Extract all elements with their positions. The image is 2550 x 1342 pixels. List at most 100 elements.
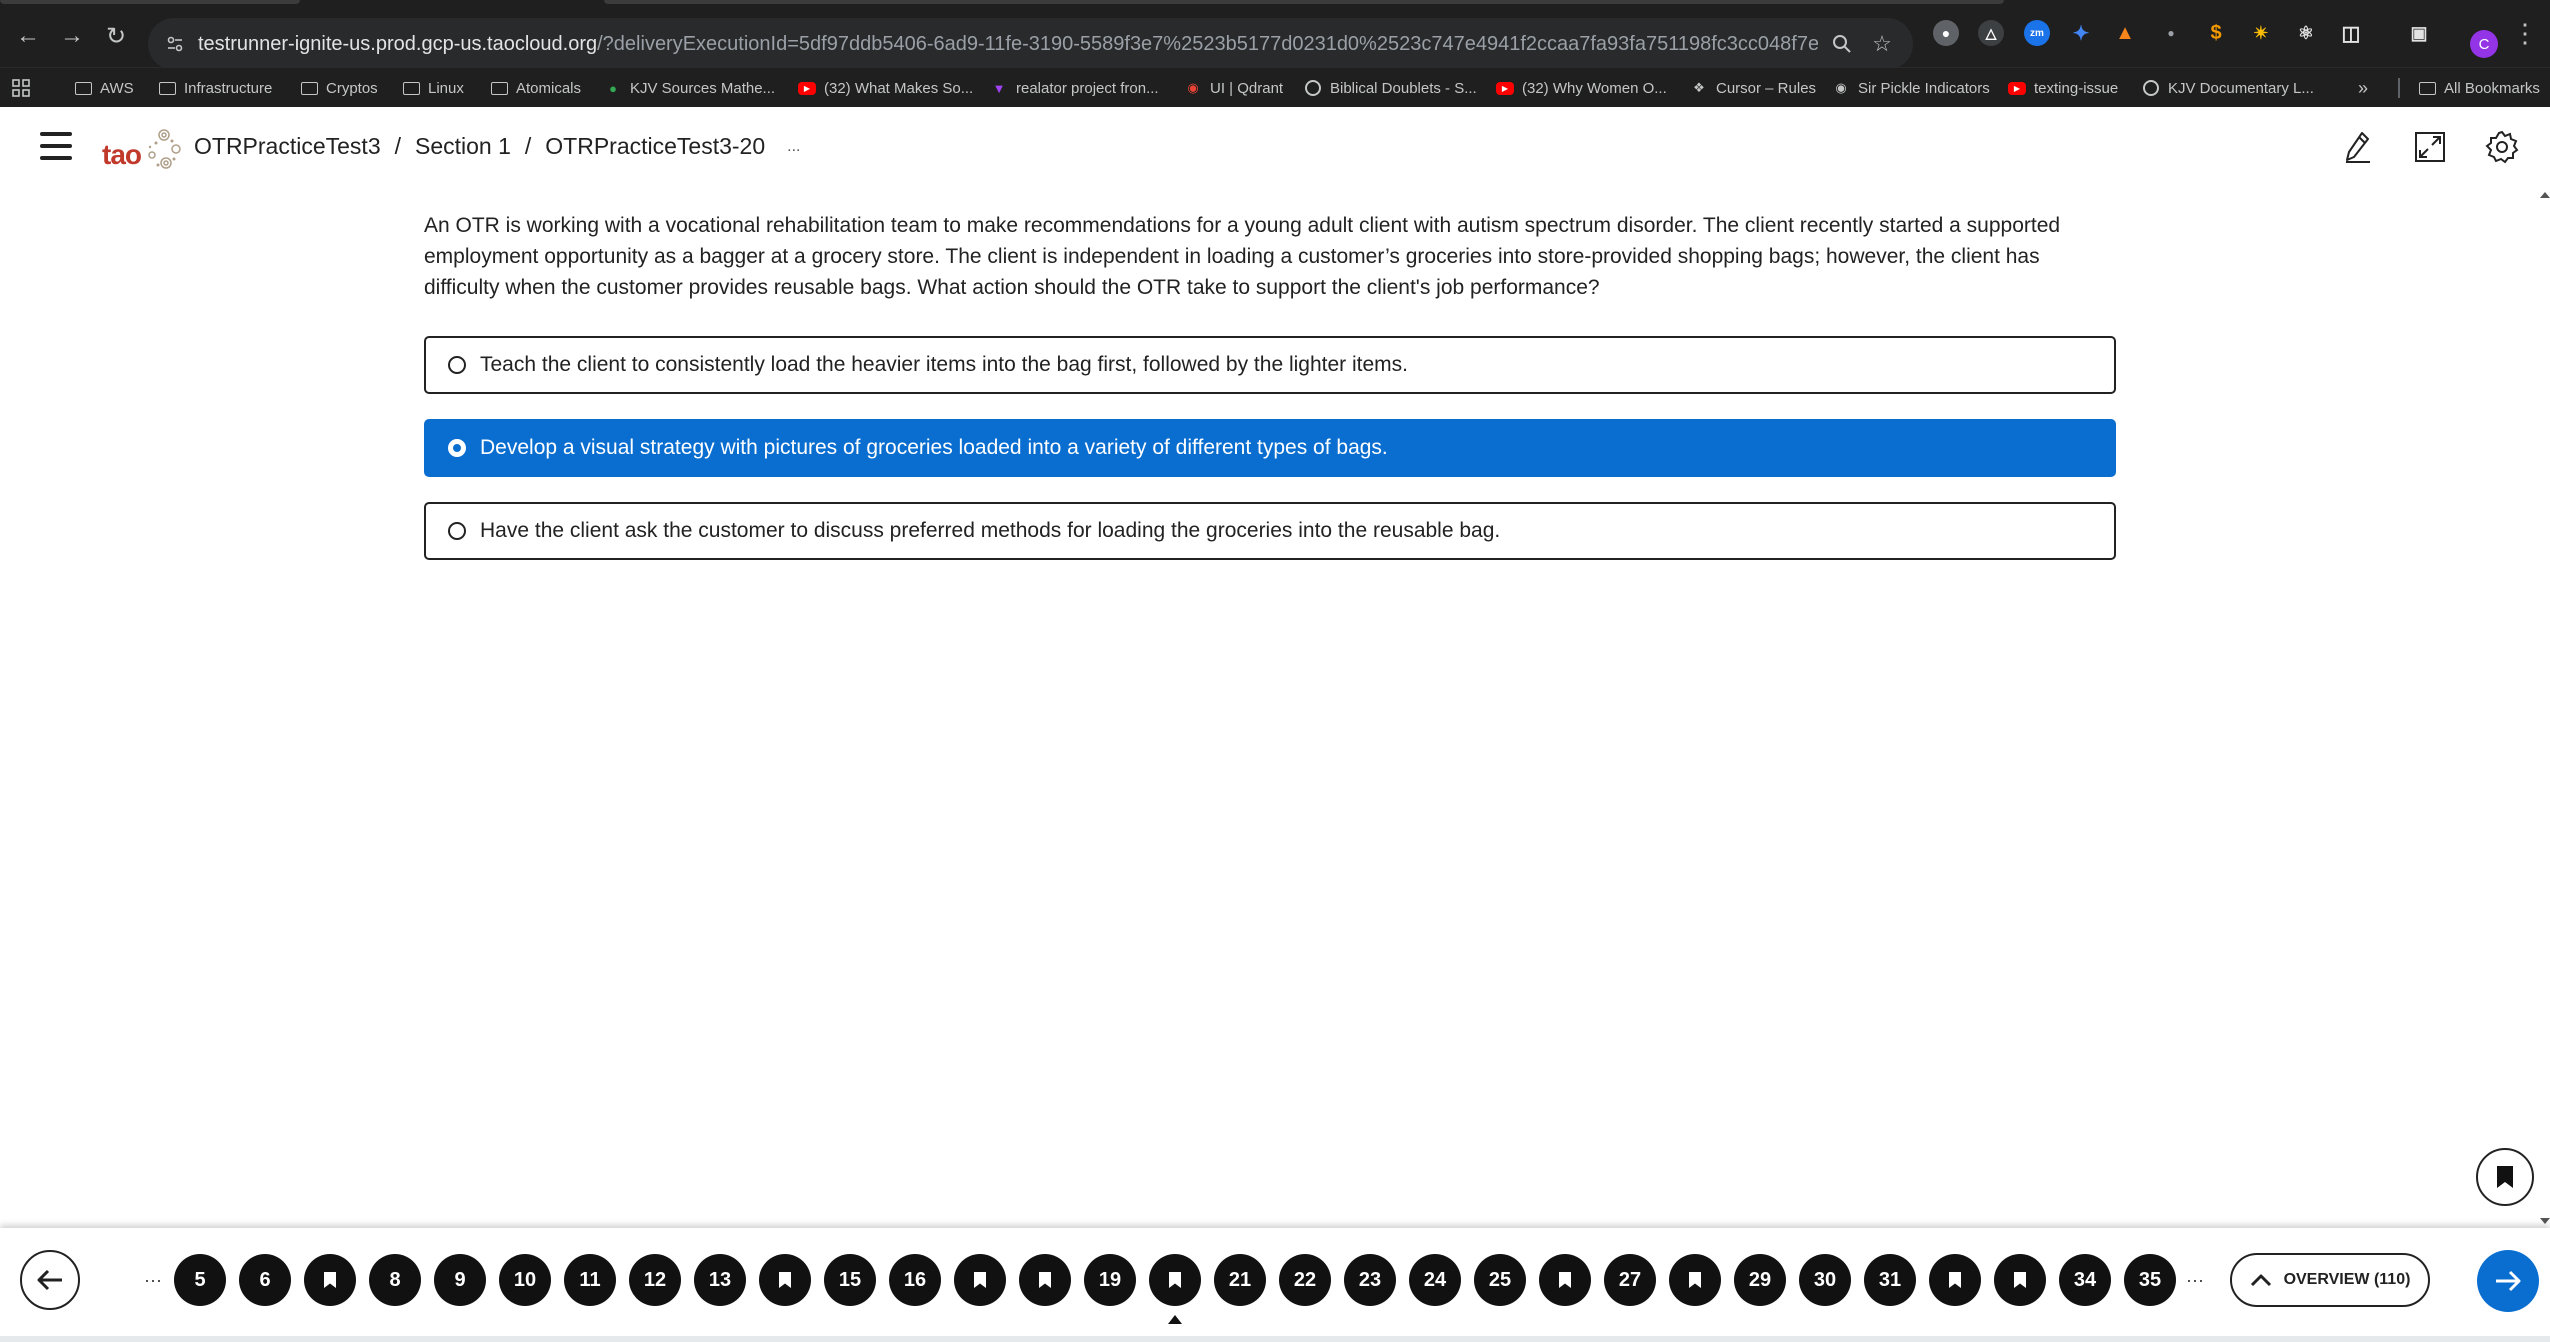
question-number-label: 10 — [513, 1268, 537, 1291]
question-number-35[interactable]: 35 — [2124, 1254, 2176, 1306]
bookmark-item[interactable]: Cryptos — [300, 74, 378, 102]
bookmark-item[interactable]: KJV Documentary L... — [2142, 74, 2314, 102]
question-number-23[interactable]: 23 — [1344, 1254, 1396, 1306]
question-number-29[interactable]: 29 — [1734, 1254, 1786, 1306]
breadcrumb-test[interactable]: OTRPracticeTest3 — [194, 133, 381, 160]
bookmark-item[interactable]: ❖ Cursor – Rules — [1690, 74, 1816, 102]
apps-grid-icon[interactable] — [12, 74, 30, 102]
question-number-label: 13 — [708, 1268, 732, 1291]
question-number-19[interactable]: 19 — [1084, 1254, 1136, 1306]
question-number-16[interactable]: 16 — [889, 1254, 941, 1306]
overview-button[interactable]: OVERVIEW (110) — [2230, 1253, 2430, 1307]
menu-hamburger-icon[interactable] — [40, 132, 72, 160]
bookmark-item[interactable]: Linux — [402, 74, 464, 102]
question-number-34[interactable]: 34 — [2059, 1254, 2111, 1306]
tab-search-icon[interactable]: ▣ — [2406, 20, 2432, 46]
question-number-8[interactable]: 8 — [369, 1254, 421, 1306]
question-number-31[interactable]: 31 — [1864, 1254, 1916, 1306]
question-number-27[interactable]: 27 — [1604, 1254, 1656, 1306]
question-number-15[interactable]: 15 — [824, 1254, 876, 1306]
navigation-ellipsis[interactable]: ··· — [144, 1270, 162, 1291]
bookmarks-overflow-button[interactable]: » — [2358, 74, 2368, 102]
url-text[interactable]: testrunner-ignite-us.prod.gcp-us.taoclou… — [198, 33, 1818, 56]
question-number-30[interactable]: 30 — [1799, 1254, 1851, 1306]
bookmark-item[interactable]: Infrastructure — [158, 74, 272, 102]
choice-a[interactable]: Teach the client to consistently load th… — [424, 336, 2116, 394]
bookmark-label: Atomicals — [516, 79, 582, 97]
bookmark-star-icon[interactable]: ☆ — [1868, 30, 1896, 58]
bookmark-item[interactable]: Biblical Doublets - S... — [1304, 74, 1477, 102]
pencil-icon[interactable] — [2338, 127, 2378, 167]
bookmark-label: KJV Documentary L... — [2168, 79, 2314, 97]
bookmark-item[interactable]: ◉ Sir Pickle Indicators — [1832, 74, 1989, 102]
choice-c[interactable]: Have the client ask the customer to disc… — [424, 502, 2116, 560]
question-number-14[interactable] — [759, 1254, 811, 1306]
zoom-icon[interactable] — [1828, 30, 1856, 58]
question-number-17[interactable] — [954, 1254, 1006, 1306]
back-arrow-icon[interactable]: ← — [8, 16, 48, 56]
question-number-32[interactable] — [1929, 1254, 1981, 1306]
reload-icon[interactable]: ↻ — [96, 16, 136, 56]
extension-icon[interactable]: ● — [2158, 20, 2184, 46]
bookmark-label: texting-issue — [2034, 79, 2119, 97]
question-number-18[interactable] — [1019, 1254, 1071, 1306]
all-bookmarks-item[interactable]: All Bookmarks — [2418, 74, 2540, 102]
site-settings-icon[interactable] — [162, 31, 188, 57]
extension-icon[interactable]: ⚛ — [2293, 20, 2319, 46]
extension-icon[interactable]: ● — [1933, 20, 1959, 46]
fullscreen-expand-icon[interactable] — [2410, 127, 2450, 167]
radio-button[interactable] — [448, 356, 466, 374]
question-number-25[interactable]: 25 — [1474, 1254, 1526, 1306]
question-number-21[interactable]: 21 — [1214, 1254, 1266, 1306]
scroll-up-arrow-icon[interactable] — [2540, 192, 2550, 198]
question-number-label: 16 — [903, 1268, 927, 1291]
question-number-label: 22 — [1293, 1268, 1317, 1291]
question-number-5[interactable]: 5 — [174, 1254, 226, 1306]
extension-icon[interactable]: zm — [2024, 20, 2050, 46]
bookmark-item[interactable]: ◉ UI | Qdrant — [1184, 74, 1283, 102]
bookmark-item[interactable]: ● KJV Sources Mathe... — [604, 74, 775, 102]
extension-icon[interactable]: ✦ — [2068, 20, 2094, 46]
question-number-10[interactable]: 10 — [499, 1254, 551, 1306]
menu-kebab-icon[interactable]: ⋮ — [2512, 18, 2538, 49]
breadcrumb-separator: / — [524, 133, 532, 159]
extension-icon[interactable]: ✴ — [2248, 20, 2274, 46]
profile-avatar[interactable]: C — [2470, 30, 2498, 58]
question-number-24[interactable]: 24 — [1409, 1254, 1461, 1306]
radio-button[interactable] — [448, 522, 466, 540]
bookmark-flag-button[interactable] — [2476, 1148, 2534, 1206]
extension-icon[interactable]: ▲ — [2112, 20, 2138, 46]
bookmark-item[interactable]: Atomicals — [490, 74, 581, 102]
question-number-13[interactable]: 13 — [694, 1254, 746, 1306]
question-number-26[interactable] — [1539, 1254, 1591, 1306]
question-number-20[interactable] — [1149, 1254, 1201, 1306]
question-number-28[interactable] — [1669, 1254, 1721, 1306]
gear-icon[interactable] — [2482, 127, 2522, 167]
extension-icon[interactable]: $ — [2203, 20, 2229, 46]
address-bar[interactable]: testrunner-ignite-us.prod.gcp-us.taoclou… — [148, 18, 1913, 70]
previous-question-button[interactable] — [20, 1250, 80, 1310]
scroll-down-arrow-icon[interactable] — [2540, 1218, 2550, 1224]
bookmark-item[interactable]: ▶ texting-issue — [2008, 74, 2118, 102]
bookmark-item[interactable]: ▶ (32) Why Women O... — [1496, 74, 1667, 102]
question-number-22[interactable]: 22 — [1279, 1254, 1331, 1306]
bookmark-item[interactable]: AWS — [74, 74, 134, 102]
question-number-12[interactable]: 12 — [629, 1254, 681, 1306]
question-number-9[interactable]: 9 — [434, 1254, 486, 1306]
question-number-7[interactable] — [304, 1254, 356, 1306]
bookmark-item[interactable]: ▶ (32) What Makes So... — [798, 74, 973, 102]
choice-b[interactable]: Develop a visual strategy with pictures … — [424, 419, 2116, 477]
forward-arrow-icon[interactable]: → — [52, 16, 92, 56]
folder-icon — [74, 79, 92, 97]
extensions-puzzle-icon[interactable]: ◫ — [2338, 20, 2364, 46]
navigation-ellipsis[interactable]: ··· — [2186, 1270, 2204, 1291]
breadcrumb-more[interactable]: ... — [787, 138, 800, 156]
question-number-33[interactable] — [1994, 1254, 2046, 1306]
next-question-button[interactable] — [2477, 1250, 2539, 1312]
breadcrumb-section[interactable]: Section 1 — [415, 133, 511, 160]
question-number-11[interactable]: 11 — [564, 1254, 616, 1306]
question-number-6[interactable]: 6 — [239, 1254, 291, 1306]
bookmark-item[interactable]: ▼ realator project fron... — [990, 74, 1159, 102]
extension-icon[interactable]: △ — [1978, 20, 2004, 46]
radio-button-selected[interactable] — [448, 439, 466, 457]
